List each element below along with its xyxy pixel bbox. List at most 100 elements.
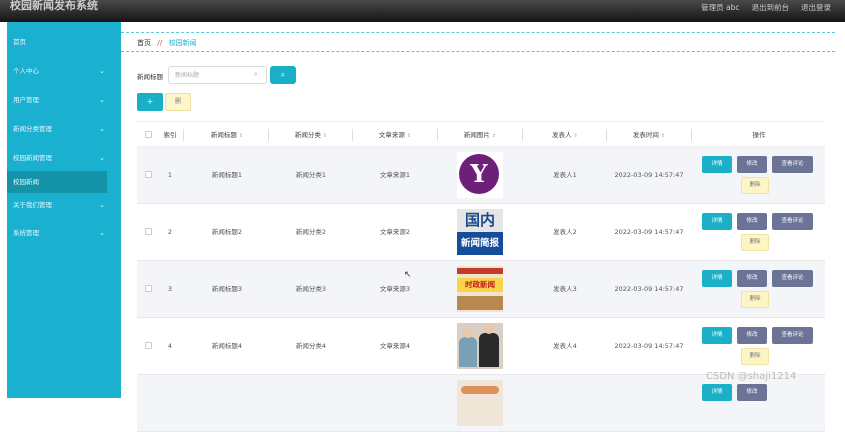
admin-user-link[interactable]: 管理员 abc (701, 2, 739, 13)
chevron-down-icon: ⌄ (99, 229, 105, 237)
delete-button[interactable]: 删除 (741, 348, 769, 365)
column-divider (352, 129, 353, 141)
column-header-title[interactable]: 新闻标题 ⇕ (187, 122, 267, 148)
detail-button[interactable]: 详情 (702, 156, 732, 173)
column-divider (691, 129, 692, 141)
table-row: 1 新闻标题1 新闻分类1 文章来源1 Y 发表人1 2022-03-09 14… (137, 147, 825, 204)
breadcrumb-home[interactable]: 首页 (137, 39, 151, 47)
news-image-thumbnail: 国内 新闻简报 (457, 209, 503, 255)
detail-button[interactable]: 详情 (702, 213, 732, 230)
sidebar-item-label: 校园新闻管理 (13, 154, 52, 162)
divider (121, 51, 835, 52)
delete-button[interactable]: 删除 (741, 177, 769, 194)
cell-title: 新闻标题3 (211, 285, 243, 293)
thumb-headline: 时政新闻 (457, 278, 503, 292)
search-button[interactable]: ⌕ (270, 66, 296, 84)
sidebar-item-about-management[interactable]: 关于我们管理 ⌄ (7, 194, 121, 216)
cell-author: 发表人2 (553, 228, 577, 236)
delete-button[interactable]: 删除 (741, 234, 769, 251)
cell-author: 发表人1 (553, 171, 577, 179)
cell-author: 发表人4 (553, 342, 577, 350)
column-header-image[interactable]: 新闻图片 ⇕ (439, 122, 521, 148)
edit-button[interactable]: 修改 (737, 156, 767, 173)
search-input[interactable] (168, 66, 267, 84)
add-button[interactable]: + (137, 93, 163, 111)
edit-button[interactable]: 修改 (737, 327, 767, 344)
sidebar-item-label: 新闻分类管理 (13, 125, 52, 133)
delete-button[interactable]: 删除 (741, 291, 769, 308)
sidebar-item-label: 首页 (13, 38, 26, 46)
sidebar-item-user-management[interactable]: 用户管理 ⌄ (7, 89, 121, 111)
sidebar: 首页 个人中心 ⌄ 用户管理 ⌄ 新闻分类管理 ⌄ 校园新闻管理 ⌄ 校园新闻 … (7, 22, 121, 398)
cell-author: 发表人3 (553, 285, 577, 293)
chevron-down-icon: ⌄ (99, 154, 105, 162)
row-checkbox[interactable] (145, 171, 152, 178)
cell-time: 2022-03-09 14:57:47 (614, 228, 684, 236)
row-checkbox[interactable] (145, 342, 152, 349)
cell-title: 新闻标题2 (211, 228, 243, 236)
news-image-thumbnail: Y (457, 152, 503, 198)
sidebar-item-news-management[interactable]: 校园新闻管理 ⌄ (7, 147, 121, 169)
cell-source: 文章来源2 (379, 228, 411, 236)
cell-time: 2022-03-09 14:57:47 (614, 342, 684, 350)
view-comments-button[interactable]: 查看评论 (772, 270, 813, 287)
cell-time: 2022-03-09 14:57:47 (614, 171, 684, 179)
app-title: 校园新闻发布系统 (10, 0, 98, 12)
top-links: 管理员 abc 退出到前台 退出登录 (701, 2, 831, 13)
column-divider (606, 129, 607, 141)
sidebar-item-personal-center[interactable]: 个人中心 ⌄ (7, 60, 121, 82)
view-comments-button[interactable]: 查看评论 (772, 213, 813, 230)
batch-delete-button[interactable]: 删 (165, 93, 191, 111)
search-label: 新闻标题 (137, 73, 163, 81)
chevron-down-icon: ⌄ (99, 67, 105, 75)
column-header-category[interactable]: 新闻分类 ⇕ (271, 122, 351, 148)
cell-index: 4 (167, 342, 173, 350)
row-checkbox[interactable] (145, 228, 152, 235)
edit-button[interactable]: 修改 (737, 270, 767, 287)
sidebar-item-home[interactable]: 首页 (7, 31, 121, 53)
detail-button[interactable]: 详情 (702, 270, 732, 287)
cell-source: 文章来源3 (379, 285, 411, 293)
column-header-source[interactable]: 文章来源 ⇕ (355, 122, 435, 148)
logout-link[interactable]: 退出登录 (801, 2, 831, 13)
select-all-checkbox[interactable] (145, 131, 152, 138)
chevron-down-icon: ⌄ (99, 125, 105, 133)
photo-figure (459, 337, 477, 367)
thumb-band (457, 268, 503, 274)
watermark: CSDN @shaji1214 (706, 371, 797, 382)
table-row: 3 新闻标题3 新闻分类3 文章来源3 时政新闻 发表人3 2022-03-09… (137, 261, 825, 318)
table-header: 索引 新闻标题 ⇕ 新闻分类 ⇕ 文章来源 ⇕ 新闻图片 ⇕ 发表人 ⇕ 发表时间 ⇕ 操作 (137, 121, 825, 147)
column-divider (268, 129, 269, 141)
detail-button[interactable]: 详情 (702, 384, 732, 401)
photo-figure (463, 328, 473, 338)
column-divider (183, 129, 184, 141)
sidebar-item-label: 校园新闻 (13, 178, 39, 186)
detail-button[interactable]: 详情 (702, 327, 732, 344)
cell-time: 2022-03-09 14:57:47 (614, 285, 684, 293)
sidebar-item-label: 关于我们管理 (13, 201, 52, 209)
view-comments-button[interactable]: 查看评论 (772, 327, 813, 344)
column-header-author[interactable]: 发表人 ⇕ (525, 122, 605, 148)
cell-category: 新闻分类2 (295, 228, 327, 236)
breadcrumb: 首页 // 校园新闻 (137, 38, 197, 48)
top-bar: 校园新闻发布系统 管理员 abc 退出到前台 退出登录 (0, 0, 845, 22)
cell-title: 新闻标题1 (211, 171, 243, 179)
sidebar-item-label: 个人中心 (13, 67, 39, 75)
row-checkbox[interactable] (145, 285, 152, 292)
sidebar-item-system-management[interactable]: 系统管理 ⌄ (7, 222, 121, 244)
column-divider (437, 129, 438, 141)
view-comments-button[interactable]: 查看评论 (772, 156, 813, 173)
edit-button[interactable]: 修改 (737, 213, 767, 230)
news-image-thumbnail: 时政新闻 (457, 266, 503, 312)
frontend-link[interactable]: 退出到前台 (752, 2, 790, 13)
column-header-time[interactable]: 发表时间 ⇕ (609, 122, 689, 148)
column-header-actions: 操作 (752, 131, 766, 139)
table-row: 4 新闻标题4 新闻分类4 文章来源4 发表人4 2022-03-09 14:5… (137, 318, 825, 375)
sidebar-item-category-management[interactable]: 新闻分类管理 ⌄ (7, 118, 121, 140)
yahoo-logo-image: Y (459, 154, 499, 194)
edit-button[interactable]: 修改 (737, 384, 767, 401)
table-row: 2 新闻标题2 新闻分类2 文章来源2 国内 新闻简报 发表人2 2022-03… (137, 204, 825, 261)
sidebar-item-label: 用户管理 (13, 96, 39, 104)
cell-index: 3 (167, 285, 173, 293)
sidebar-item-campus-news[interactable]: 校园新闻 (7, 171, 107, 193)
